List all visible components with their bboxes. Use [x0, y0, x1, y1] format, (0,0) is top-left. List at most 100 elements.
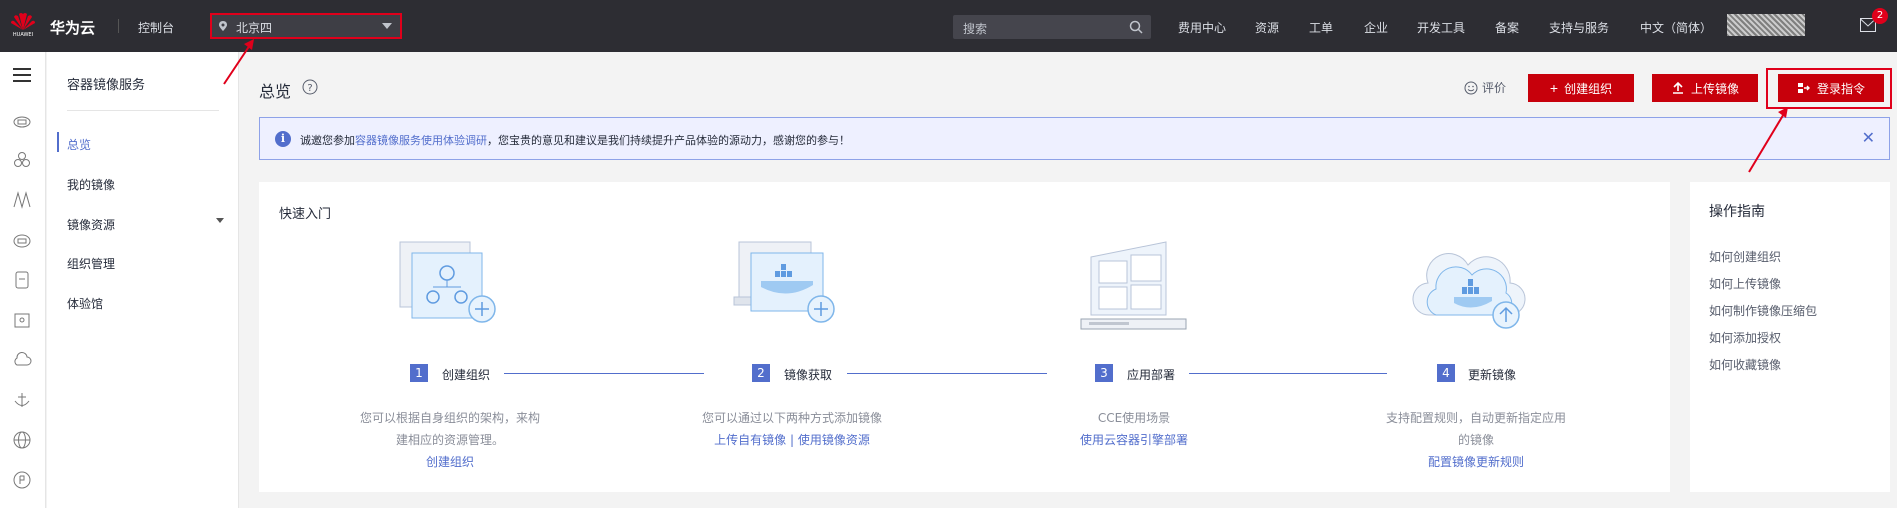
annotation-arrow: [223, 39, 254, 85]
guide-link[interactable]: 如何创建组织: [1709, 248, 1781, 265]
search-icon[interactable]: [1129, 20, 1143, 34]
sidebar-item-image-resources[interactable]: 镜像资源: [67, 216, 115, 233]
logo-text: HUAWEI: [12, 32, 34, 38]
cloud-storage-icon[interactable]: [12, 230, 32, 250]
nav-tickets[interactable]: 工单: [1309, 19, 1333, 36]
step-name: 更新镜像: [1468, 368, 1517, 382]
sidebar-item-my-images[interactable]: 我的镜像: [67, 176, 115, 193]
active-indicator: [57, 132, 59, 152]
annotation-arrow: [1748, 107, 1788, 173]
settings-circle-icon[interactable]: [12, 470, 32, 490]
sidebar-item-experience[interactable]: 体验馆: [67, 295, 103, 312]
step-number: 3: [1095, 364, 1113, 382]
step-number: 1: [410, 364, 428, 382]
operation-guide-panel: 操作指南 如何创建组织 如何上传镜像 如何制作镜像压缩包 如何添加授权 如何收藏…: [1690, 182, 1890, 492]
search-input[interactable]: 搜索: [953, 15, 1151, 39]
anchor-icon[interactable]: [12, 390, 32, 410]
login-command-icon: [1797, 83, 1810, 93]
update-image-illustration: [1412, 253, 1526, 329]
update-rule-link[interactable]: 配置镜像更新规则: [1386, 451, 1566, 473]
account-avatar[interactable]: [1727, 14, 1805, 36]
nav-billing[interactable]: 费用中心: [1178, 19, 1226, 36]
login-command-label: 登录指令: [1816, 81, 1865, 96]
nav-enterprise[interactable]: 企业: [1364, 19, 1388, 36]
nav-support[interactable]: 支持与服务: [1549, 19, 1609, 36]
service-title: 容器镜像服务: [67, 78, 146, 93]
step-name: 创建组织: [442, 368, 491, 382]
step-description: 支持配置规则，自动更新指定应用的镜像 配置镜像更新规则: [1386, 407, 1566, 473]
step-name: 镜像获取: [784, 368, 833, 382]
search-placeholder: 搜索: [963, 22, 988, 36]
create-org-illustration: [399, 241, 496, 323]
deploy-illustration: [1080, 241, 1187, 330]
create-org-link[interactable]: 创建组织: [360, 451, 540, 473]
notice-banner: i 诚邀您参加容器镜像服务使用体验调研，您宝贵的意见和建议是我们持续提升产品体验…: [259, 117, 1890, 160]
nav-filing[interactable]: 备案: [1495, 19, 1519, 36]
plus-icon: +: [1549, 80, 1559, 96]
service-icon-rail: [0, 52, 46, 508]
info-icon: i: [275, 131, 291, 147]
region-label: 北京四: [236, 21, 273, 35]
step-description: CCE使用场景 使用云容器引擎部署: [1044, 407, 1224, 451]
step-number: 4: [1437, 364, 1455, 382]
container-icon[interactable]: [12, 310, 32, 330]
quick-start-title: 快速入门: [279, 207, 332, 222]
quick-start-panel: 快速入门 1 创建组织 2 镜像获取 3 应用部署 4 更新镜像 您可以根据自身…: [259, 182, 1670, 492]
notice-suffix: ，您宝贵的意见和建议是我们持续提升产品体验的源动力，感谢您的参与！: [487, 134, 850, 147]
guide-link[interactable]: 如何上传镜像: [1709, 275, 1781, 292]
cce-deploy-link[interactable]: 使用云容器引擎部署: [1044, 429, 1224, 451]
svg-text:?: ?: [307, 83, 312, 94]
step-connector: [504, 373, 704, 374]
step-description: 您可以根据自身组织的架构，来构建相应的资源管理。 创建组织: [360, 407, 540, 473]
chevron-down-icon: [382, 23, 392, 29]
sidebar-item-org-management[interactable]: 组织管理: [67, 255, 115, 272]
nav-language[interactable]: 中文（简体）: [1640, 19, 1712, 36]
create-org-label: 创建组织: [1564, 81, 1613, 96]
top-nav-bar: HUAWEI 华为云 控制台 北京四 搜索 费用中心 资源 工单 企业 开发工具…: [0, 0, 1897, 52]
database-icon[interactable]: [12, 270, 32, 290]
image-fetch-illustration: [733, 241, 835, 323]
step-connector: [847, 373, 1047, 374]
sidebar-item-overview[interactable]: 总览: [67, 136, 91, 153]
menu-icon[interactable]: [13, 68, 31, 82]
step-name: 应用部署: [1127, 368, 1176, 382]
upload-image-button[interactable]: 上传镜像: [1652, 74, 1758, 102]
guide-link[interactable]: 如何添加授权: [1709, 329, 1781, 346]
cloud-icon[interactable]: [12, 350, 32, 370]
guide-link[interactable]: 如何制作镜像压缩包: [1709, 302, 1817, 319]
upload-icon: [1672, 81, 1683, 94]
survey-link[interactable]: 容器镜像服务使用体验调研: [355, 134, 487, 147]
step-desc-text: CCE使用场景: [1097, 411, 1171, 425]
huawei-logo[interactable]: HUAWEI: [10, 12, 36, 40]
page-title: 总览: [259, 82, 292, 101]
nav-dev-tools[interactable]: 开发工具: [1417, 19, 1465, 36]
brand-name[interactable]: 华为云: [50, 17, 95, 38]
location-pin-icon: [219, 21, 227, 31]
notice-text: 诚邀您参加容器镜像服务使用体验调研，您宝贵的意见和建议是我们持续提升产品体验的源…: [300, 132, 850, 148]
nav-resources[interactable]: 资源: [1255, 19, 1279, 36]
console-link[interactable]: 控制台: [138, 19, 174, 36]
smile-icon: [1464, 81, 1478, 95]
globe-icon[interactable]: [12, 430, 32, 450]
network-icon[interactable]: [12, 190, 32, 210]
chevron-down-icon[interactable]: [216, 218, 224, 223]
step-desc-text: 您可以通过以下两种方式添加镜像: [702, 411, 883, 425]
rate-label: 评价: [1482, 81, 1507, 95]
help-icon[interactable]: ?: [302, 79, 318, 95]
create-org-button[interactable]: + 创建组织: [1528, 74, 1634, 102]
cluster-icon[interactable]: [12, 150, 32, 170]
step-desc-text: 您可以根据自身组织的架构，来构建相应的资源管理。: [360, 411, 541, 447]
guide-link[interactable]: 如何收藏镜像: [1709, 356, 1781, 373]
sidebar-divider: [67, 110, 219, 111]
divider: [118, 19, 119, 33]
guide-title: 操作指南: [1709, 204, 1765, 220]
service-sidebar: 容器镜像服务 总览 我的镜像 镜像资源 组织管理 体验馆: [47, 52, 239, 508]
mail-badge: 2: [1872, 8, 1888, 24]
close-icon[interactable]: ✕: [1862, 128, 1875, 147]
rate-button[interactable]: 评价: [1464, 79, 1506, 96]
upload-image-label: 上传镜像: [1690, 81, 1739, 96]
cloud-server-icon[interactable]: [12, 110, 32, 130]
step-description: 您可以通过以下两种方式添加镜像 上传自有镜像 | 使用镜像资源: [702, 407, 882, 451]
login-command-button[interactable]: 登录指令: [1778, 74, 1884, 102]
image-source-links[interactable]: 上传自有镜像 | 使用镜像资源: [702, 429, 882, 451]
